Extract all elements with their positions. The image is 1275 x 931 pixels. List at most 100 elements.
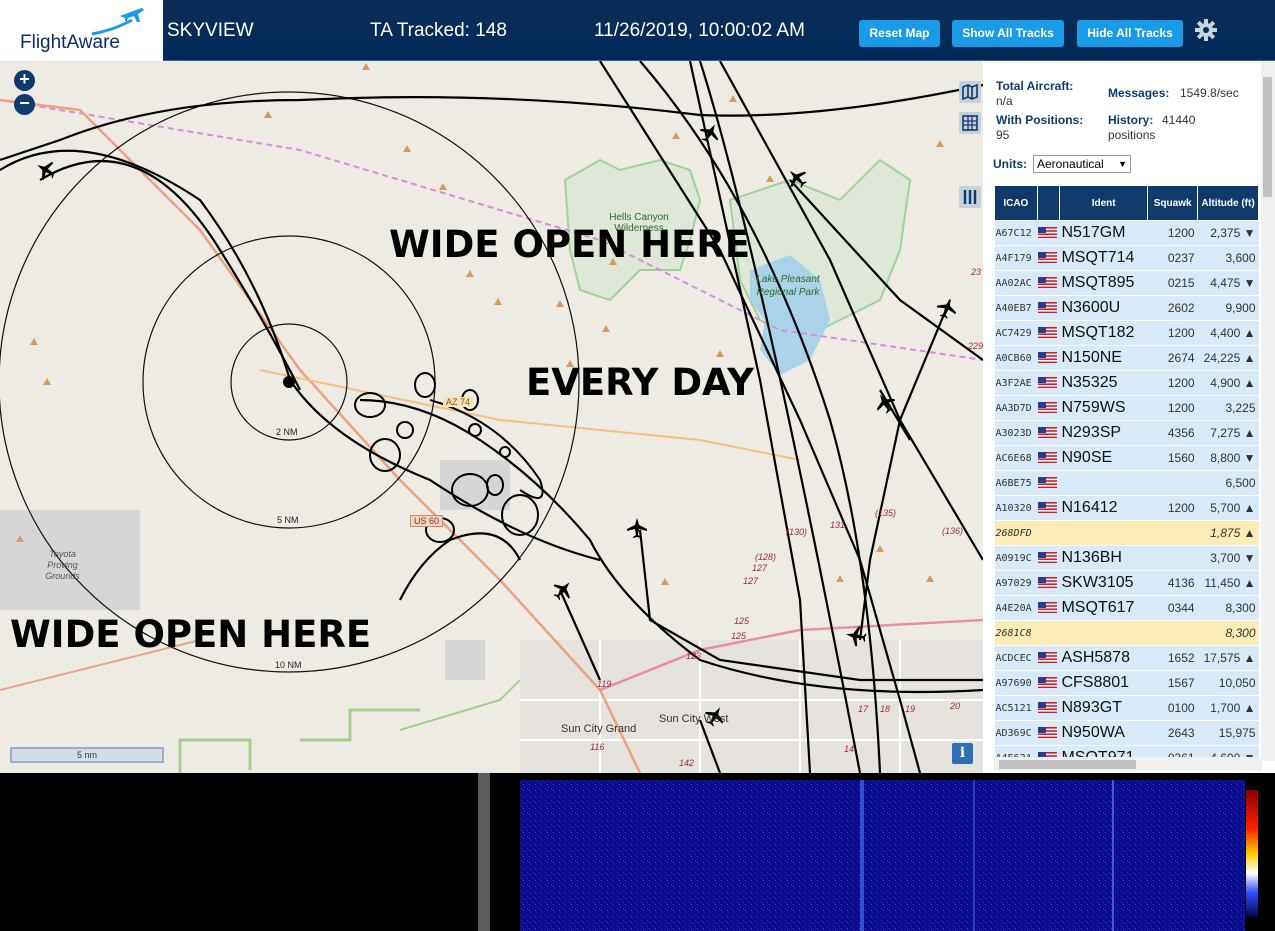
altitude-cell: 4,900 ▲ (1197, 370, 1259, 396)
messages-value: 1549.8/sec (1180, 86, 1239, 100)
logo-text: FlightAware (20, 32, 120, 53)
grid-icon (962, 115, 978, 131)
altitude-cell: 15,975 (1197, 720, 1259, 746)
show-all-tracks-button[interactable]: Show All Tracks (952, 20, 1064, 47)
table-row[interactable]: AC7429 MSQT182 1200 4,400 ▲ (994, 320, 1259, 346)
icao-cell: AD369C (994, 720, 1038, 746)
messages-label: Messages: (1108, 86, 1170, 100)
us-flag-icon (1038, 502, 1058, 514)
map-canvas (0, 61, 983, 773)
horizontal-scroll-thumb[interactable] (999, 760, 1136, 769)
icao-cell: AC7429 (994, 320, 1038, 346)
reset-map-button[interactable]: Reset Map (859, 20, 940, 47)
altitude-cell: 17,575 ▲ (1197, 645, 1259, 671)
road-label-128: (128) (755, 552, 777, 562)
annotation-wide-open-top: WIDE OPEN HERE (389, 223, 751, 266)
squawk-cell: 0100 (1147, 695, 1198, 721)
table-row[interactable]: A97029 SKW3105 4136 11,450 ▲ (994, 570, 1259, 596)
columns-toggle-button[interactable] (959, 186, 981, 208)
flag-cell (1037, 345, 1060, 371)
icao-cell: A67C12 (994, 220, 1038, 246)
table-row[interactable]: A67C12 N517GM 1200 2,375 ▼ (994, 220, 1259, 246)
table-row[interactable]: A97690 CFS8801 1567 10,050 (994, 670, 1259, 696)
col-ident[interactable]: Ident (1058, 185, 1149, 221)
aircraft-table: ICAO Ident Squawk Altitude (ft) A67C12 N5… (994, 185, 1259, 771)
icao-cell: ACDCEC (994, 645, 1038, 671)
gray-area-2 (445, 640, 485, 680)
altitude-cell: 7,275 ▲ (1197, 420, 1259, 446)
ring-label-10nm: 10 NM (275, 660, 302, 670)
road-label-14: 14 (844, 744, 855, 754)
us-flag-icon (1038, 727, 1058, 739)
with-positions-value: 95 (996, 128, 1010, 142)
table-row[interactable]: AC5121 N893GT 0100 1,700 ▲ (994, 695, 1259, 721)
altitude-cell: 3,700 ▼ (1197, 545, 1259, 571)
col-squawk[interactable]: Squawk (1147, 185, 1199, 221)
ident-cell: N517GM (1059, 220, 1148, 246)
app-name: SKYVIEW (167, 20, 254, 41)
place-sun-city-west: Sun City West (659, 713, 729, 725)
map-layers-button[interactable] (959, 81, 981, 103)
table-row[interactable]: AD369C N950WA 2643 15,975 (994, 720, 1259, 746)
units-select[interactable]: Aeronautical ▼ (1033, 155, 1131, 173)
table-row[interactable]: A4E20A MSQT617 0344 8,300 (994, 595, 1259, 621)
flightaware-logo[interactable]: FlightAware (0, 0, 163, 61)
green-border (178, 708, 420, 773)
aircraft-panel: Total Aircraft: n/a Messages: 1549.8/sec… (983, 61, 1275, 773)
table-row[interactable]: A4F179 MSQT714 0237 3,600 (994, 245, 1259, 271)
table-row[interactable]: A3F2AE N35325 1200 4,900 ▲ (994, 370, 1259, 396)
col-altitude[interactable]: Altitude (ft) (1197, 185, 1259, 221)
flag-cell (1037, 220, 1060, 246)
icao-cell: A0CB60 (994, 345, 1038, 371)
icao-cell: 2681C8 (994, 620, 1038, 646)
bottom-left-panel (0, 773, 478, 931)
zoom-out-button[interactable]: − (14, 94, 35, 115)
pane-divider[interactable] (478, 773, 490, 931)
table-row[interactable]: ACDCEC ASH5878 1652 17,575 ▲ (994, 645, 1259, 671)
table-row[interactable]: 268DFD 1,875 ▲ (994, 520, 1259, 546)
grid-button[interactable] (959, 112, 981, 134)
col-flag[interactable] (1036, 185, 1060, 221)
ring-label-5nm: 5 NM (277, 515, 299, 525)
table-row[interactable]: AA3D7D N759WS 1200 3,225 (994, 395, 1259, 421)
table-row[interactable]: A0919C N136BH 3,700 ▼ (994, 545, 1259, 571)
hide-all-tracks-button[interactable]: Hide All Tracks (1077, 20, 1183, 47)
table-row[interactable]: A10320 N16412 1200 5,700 ▲ (994, 495, 1259, 521)
table-row[interactable]: A3023D N293SP 4356 7,275 ▲ (994, 420, 1259, 446)
table-row[interactable]: A0CB60 N150NE 2674 24,225 ▲ (994, 345, 1259, 371)
vertical-scroll-thumb[interactable] (1263, 77, 1272, 197)
altitude-cell: 24,225 ▲ (1197, 345, 1259, 371)
map-view[interactable]: + − WIDE OPEN HERE EVERY DAY WIDE OPEN H… (0, 61, 983, 773)
altitude-cell: 8,300 (1197, 595, 1259, 621)
ident-cell: ASH5878 (1059, 645, 1148, 671)
info-button[interactable]: i (952, 743, 973, 764)
flag-cell (1037, 320, 1060, 346)
history-label: History: (1108, 113, 1154, 127)
datetime: 11/26/2019, 10:00:02 AM (594, 20, 805, 41)
top-header: FlightAware SKYVIEW TA Tracked: 148 11/2… (0, 0, 1275, 61)
squawk-cell: 1200 (1147, 220, 1198, 246)
us-flag-icon (1038, 377, 1058, 389)
icao-cell: A6BE75 (994, 470, 1038, 496)
table-row[interactable]: AC6E68 N90SE 1560 8,800 ▼ (994, 445, 1259, 471)
col-icao[interactable]: ICAO (994, 185, 1038, 221)
table-row[interactable]: AA02AC MSQT895 0215 4,475 ▼ (994, 270, 1259, 296)
gear-icon[interactable] (1194, 18, 1218, 42)
us-flag-icon (1038, 227, 1058, 239)
road-label-135: (135) (875, 508, 897, 518)
table-row[interactable]: 2681C8 8,300 (994, 620, 1259, 646)
flag-cell (1037, 695, 1060, 721)
with-positions-label: With Positions: (996, 113, 1084, 127)
flag-cell (1037, 370, 1060, 396)
us-flag-icon (1038, 402, 1058, 414)
icao-cell: A10320 (994, 495, 1038, 521)
zoom-in-button[interactable]: + (14, 70, 35, 91)
road-label-116: 116 (590, 742, 605, 752)
road-label-125a: 125 (734, 616, 750, 626)
flag-cell (1037, 645, 1060, 671)
table-row[interactable]: A40EB7 N3600U 2602 9,900 (994, 295, 1259, 321)
icao-cell: A4F179 (994, 245, 1038, 271)
annotation-every-day: EVERY DAY (526, 361, 754, 404)
table-row[interactable]: A6BE75 6,500 (994, 470, 1259, 496)
altitude-cell: 5,700 ▲ (1197, 495, 1259, 521)
